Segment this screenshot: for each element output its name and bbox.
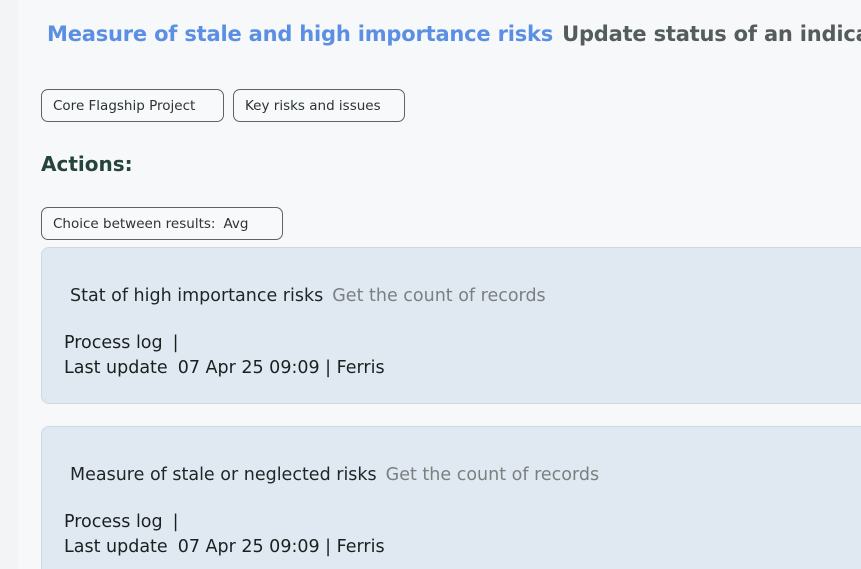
action-card[interactable]: Measure of stale or neglected risks Get t… [41,426,861,569]
card-title: Stat of high importance risks [70,286,324,306]
last-update-label: Last update [64,358,168,378]
card-title-row: Stat of high importance risks Get the cou… [70,286,546,306]
last-update-value: 07 Apr 25 09:09 | Ferris [177,537,385,557]
card-title: Measure of stale or neglected risks [70,465,377,485]
choice-label: Choice between results: [53,216,216,232]
process-log-row: Process log | [64,512,179,532]
process-log-separator: | [172,333,179,353]
process-log-row: Process log | [64,333,179,353]
indicator-title-link[interactable]: Measure of stale and high importance ris… [47,22,553,46]
tag-chip-core-flagship-project[interactable]: Core Flagship Project [41,89,224,122]
actions-heading: Actions: [41,152,133,176]
process-log-separator: | [172,512,179,532]
tag-chip-key-risks-and-issues[interactable]: Key risks and issues [233,89,405,122]
page-header: Measure of stale and high importance ris… [47,22,861,46]
page-subtitle: Update status of an indicator [562,22,861,46]
last-update-value: 07 Apr 25 09:09 | Ferris [177,358,385,378]
left-rail [0,0,18,569]
last-update-label: Last update [64,537,168,557]
last-update-row: Last update 07 Apr 25 09:09 | Ferris [64,358,385,378]
last-update-row: Last update 07 Apr 25 09:09 | Ferris [64,537,385,557]
choice-value: Avg [223,216,249,232]
card-description: Get the count of records [332,286,546,306]
process-log-label[interactable]: Process log [64,512,163,532]
card-title-row: Measure of stale or neglected risks Get t… [70,465,599,485]
choice-between-results-chip[interactable]: Choice between results: Avg [41,207,283,240]
action-card[interactable]: Stat of high importance risks Get the cou… [41,247,861,404]
process-log-label[interactable]: Process log [64,333,163,353]
card-description: Get the count of records [385,465,600,485]
page: Measure of stale and high importance ris… [0,0,861,569]
